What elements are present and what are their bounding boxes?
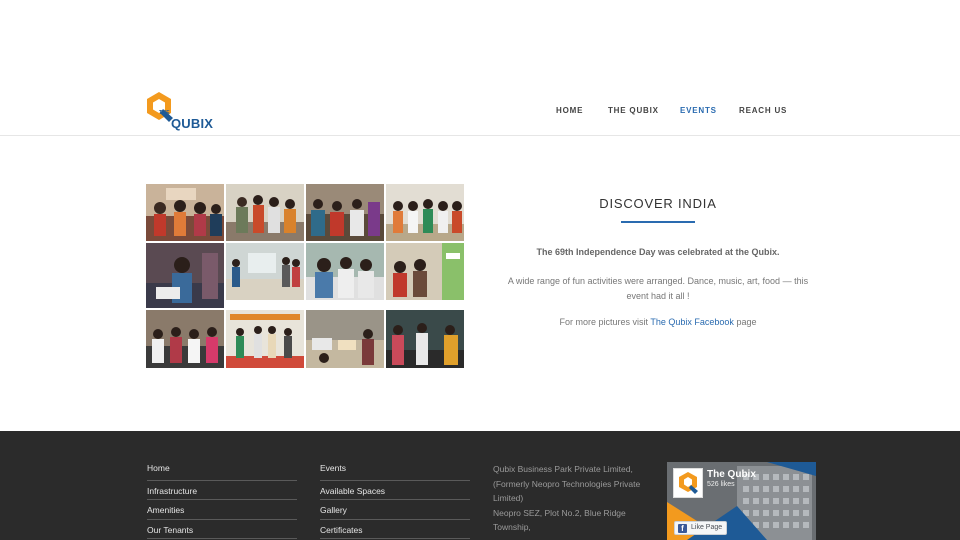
title-underline [621,221,695,223]
footer-link-our-tenants[interactable]: Our Tenants [147,520,297,540]
gallery-photo[interactable] [146,310,224,368]
nav-item-reach-us[interactable]: REACH US [739,106,787,115]
footer-links-secondary: Events Available Spaces Gallery Certific… [320,461,470,540]
gallery-photo[interactable] [306,310,384,368]
facebook-f-icon: f [678,524,687,533]
gallery-photo[interactable] [386,243,464,300]
facebook-page-widget[interactable]: The Qubix 526 likes f Like Page [667,462,816,540]
facebook-page-name[interactable]: The Qubix [707,469,756,480]
site-footer [0,431,960,540]
nav-item-events[interactable]: EVENTS [680,106,717,115]
logo-qubix-text: QUBIX [171,116,214,131]
facebook-like-count: 526 likes [707,481,735,488]
address-line: (Formerly Neopro Technologies Private [493,478,641,489]
footer-link-infrastructure[interactable]: Infrastructure [147,481,297,501]
address-line: Neopro SEZ, Plot No.2, Blue Ridge [493,507,626,518]
footer-link-home[interactable]: Home [147,461,297,481]
address-line: Limited) [493,493,524,503]
facebook-page-link[interactable]: The Qubix Facebook [650,317,734,327]
nav-item-home[interactable]: HOME [556,106,583,115]
event-more-pictures: For more pictures visit The Qubix Facebo… [559,317,757,327]
gallery-photo[interactable] [306,184,384,241]
qubix-logo-icon [679,472,698,494]
like-page-label: Like Page [691,524,723,531]
footer-links-primary: Home Infrastructure Amenities Our Tenant… [147,461,297,540]
footer-link-events[interactable]: Events [320,461,470,481]
gallery-photo[interactable] [386,310,464,368]
event-details: A wide range of fun activities were arra… [507,276,809,301]
gallery-photo[interactable] [386,184,464,241]
site-header: THE QUBIX HOME THE QUBIX EVENTS REACH US [0,0,960,136]
footer-link-amenities[interactable]: Amenities [147,500,297,520]
logo-the-text: THE [159,110,170,116]
gallery-photo[interactable] [226,310,304,368]
footer-link-gallery[interactable]: Gallery [320,500,470,520]
facebook-like-page-button[interactable]: f Like Page [674,521,727,535]
footer-link-certificates[interactable]: Certificates [320,520,470,540]
gallery-photo[interactable] [146,243,224,308]
gallery-photo[interactable] [226,243,304,300]
address-line: Township, [493,522,531,532]
address-line: Qubix Business Park Private Limited, [493,464,633,474]
event-photo-gallery [146,184,464,368]
facebook-page-avatar[interactable] [673,468,703,498]
event-lead: The 69th Independence Day was celebrated… [536,247,780,257]
event-description: DISCOVER INDIA The 69th Independence Day… [496,196,820,327]
gallery-photo[interactable] [226,184,304,241]
nav-item-the-qubix[interactable]: THE QUBIX [608,106,659,115]
event-title: DISCOVER INDIA [599,196,717,211]
footer-address: Qubix Business Park Private Limited, (Fo… [493,462,653,535]
footer-link-available-spaces[interactable]: Available Spaces [320,481,470,501]
gallery-photo[interactable] [306,243,384,300]
gallery-photo[interactable] [146,184,224,241]
